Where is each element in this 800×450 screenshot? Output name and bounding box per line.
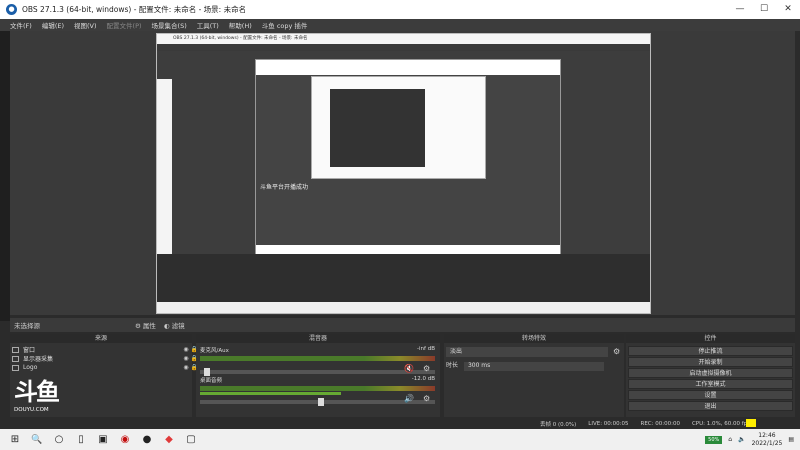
search-icon[interactable]: 🔍 [30,433,44,447]
transitions-dock-title: 转场特效 [444,334,624,343]
left-panel-strip [0,31,10,321]
obs-app-icon: ● [6,4,17,15]
close-button[interactable]: ✕ [776,0,800,19]
deep-nested-window [311,76,486,179]
virtual-camera-button[interactable]: 启动虚拟摄像机 [628,368,793,378]
sources-dock-title: 来源 [10,334,192,343]
source-toolbar: 未选择源 ⚙ 属性 ◐ 滤镜 [10,318,795,332]
douyu-logo: 斗鱼 DOUYU.COM [14,378,60,413]
douyu-taskbar-icon[interactable]: ◆ [162,433,176,447]
obs-taskbar-icon[interactable]: ● [140,433,154,447]
mic-volume-slider[interactable] [200,368,435,376]
menu-profile[interactable]: 配置文件(P) [107,20,142,30]
mic-settings-gear-icon[interactable]: ⚙ [423,364,430,373]
desktop-settings-gear-icon[interactable]: ⚙ [423,394,430,403]
properties-button[interactable]: ⚙ 属性 [135,320,156,330]
cpu-usage-badge[interactable]: 50% [705,435,723,444]
menu-scene-collection[interactable]: 场景集合(S) [152,20,187,30]
menu-douyu-plugin[interactable]: 斗鱼 copy 插件 [262,20,308,30]
document-icon[interactable]: ▢ [184,433,198,447]
source-item[interactable]: 窗口 ◉ 🔒 [12,345,198,354]
mixer-dock-title: 混音器 [196,334,440,343]
rec-timer: REC: 00:00:00 [640,420,680,427]
stop-streaming-button[interactable]: 停止推流 [628,346,793,356]
menu-help[interactable]: 帮助(H) [229,20,252,30]
controls-dock-title: 控件 [626,334,795,343]
stream-success-toast: 斗鱼平台开播成功 [260,184,309,191]
windows-start-icon[interactable]: ⊞ [8,433,22,447]
cortana-icon[interactable]: ○ [52,433,66,447]
captured-screen: OBS 27.1.3 (64-bit, windows) - 配置文件: 未命名… [156,33,651,314]
exit-button[interactable]: 退出 [628,401,793,411]
no-source-label: 未选择源 [14,322,40,330]
obs-window: ● OBS 27.1.3 (64-bit, windows) - 配置文件: 未… [0,0,800,450]
windows-taskbar: ⊞ 🔍 ○ ▯ ▣ ◉ ● ◆ ▢ 50% ⌂ 🔈 12:46 2022/1/25… [0,429,800,450]
nested-taskbar [157,302,650,313]
window-capture-icon [12,346,19,353]
stream-health-indicator [746,419,756,427]
title-bar: ● OBS 27.1.3 (64-bit, windows) - 配置文件: 未… [0,0,800,19]
monitor-capture-icon [12,355,19,362]
live-timer: LIVE: 00:00:05 [588,420,629,427]
menu-file[interactable]: 文件(F) [10,20,32,30]
nested-title: OBS 27.1.3 (64-bit, windows) - 配置文件: 未命名… [157,34,650,44]
transition-settings-gear-icon[interactable]: ⚙ [613,347,620,356]
desktop-volume-slider[interactable] [200,398,435,406]
notification-icon[interactable]: ▤ [788,436,794,443]
menu-bar: 文件(F) 编辑(E) 视图(V) 配置文件(P) 场景集合(S) 工具(T) … [0,19,800,31]
nested-window [255,59,561,255]
task-view-icon[interactable]: ▯ [74,433,88,447]
settings-button[interactable]: 设置 [628,390,793,400]
system-clock[interactable]: 12:46 2022/1/25 [752,432,783,448]
mic-mute-icon[interactable]: 🔇 [404,364,414,373]
dropped-frames: 丢帧 0 (0.0%) [540,421,577,428]
nested-docks [157,254,650,302]
netease-music-icon[interactable]: ◉ [118,433,132,447]
nested-sidebar [157,79,172,269]
menu-tools[interactable]: 工具(T) [197,20,219,30]
duration-input[interactable]: 300 ms [463,362,604,371]
mixer-track-desktop: 桌面音频 -12.0 dB [200,376,435,406]
desktop-audio-speaker-icon[interactable]: 🔊 [404,394,414,403]
image-source-icon [12,364,19,371]
studio-mode-button[interactable]: 工作室模式 [628,379,793,389]
source-item[interactable]: 显示器采集 ◉ 🔒 [12,354,198,363]
menu-view[interactable]: 视图(V) [74,20,97,30]
mixer-track-mic: 麦克风/Aux -inf dB [200,346,435,376]
network-icon[interactable]: ⌂ [728,436,732,443]
file-explorer-icon[interactable]: ▣ [96,433,110,447]
status-bar: 丢帧 0 (0.0%) LIVE: 00:00:05 REC: 00:00:00… [0,418,800,429]
source-item[interactable]: Logo ◉ 🔒 [12,363,198,372]
maximize-button[interactable]: ☐ [752,0,776,19]
minimize-button[interactable]: — [728,0,752,19]
transition-select[interactable]: 淡出 [446,347,608,357]
volume-icon[interactable]: 🔈 [738,436,745,443]
transition-duration: 时长 300 ms [446,360,604,371]
start-recording-button[interactable]: 开始录制 [628,357,793,367]
cpu-fps: CPU: 1.0%, 60.00 fps [691,420,750,427]
nested-menu [157,44,650,51]
filters-button[interactable]: ◐ 滤镜 [164,320,185,330]
system-tray: 50% ⌂ 🔈 12:46 2022/1/25 ▤ [705,432,800,448]
window-title: OBS 27.1.3 (64-bit, windows) - 配置文件: 未命名… [22,5,247,14]
menu-edit[interactable]: 编辑(E) [42,20,64,30]
